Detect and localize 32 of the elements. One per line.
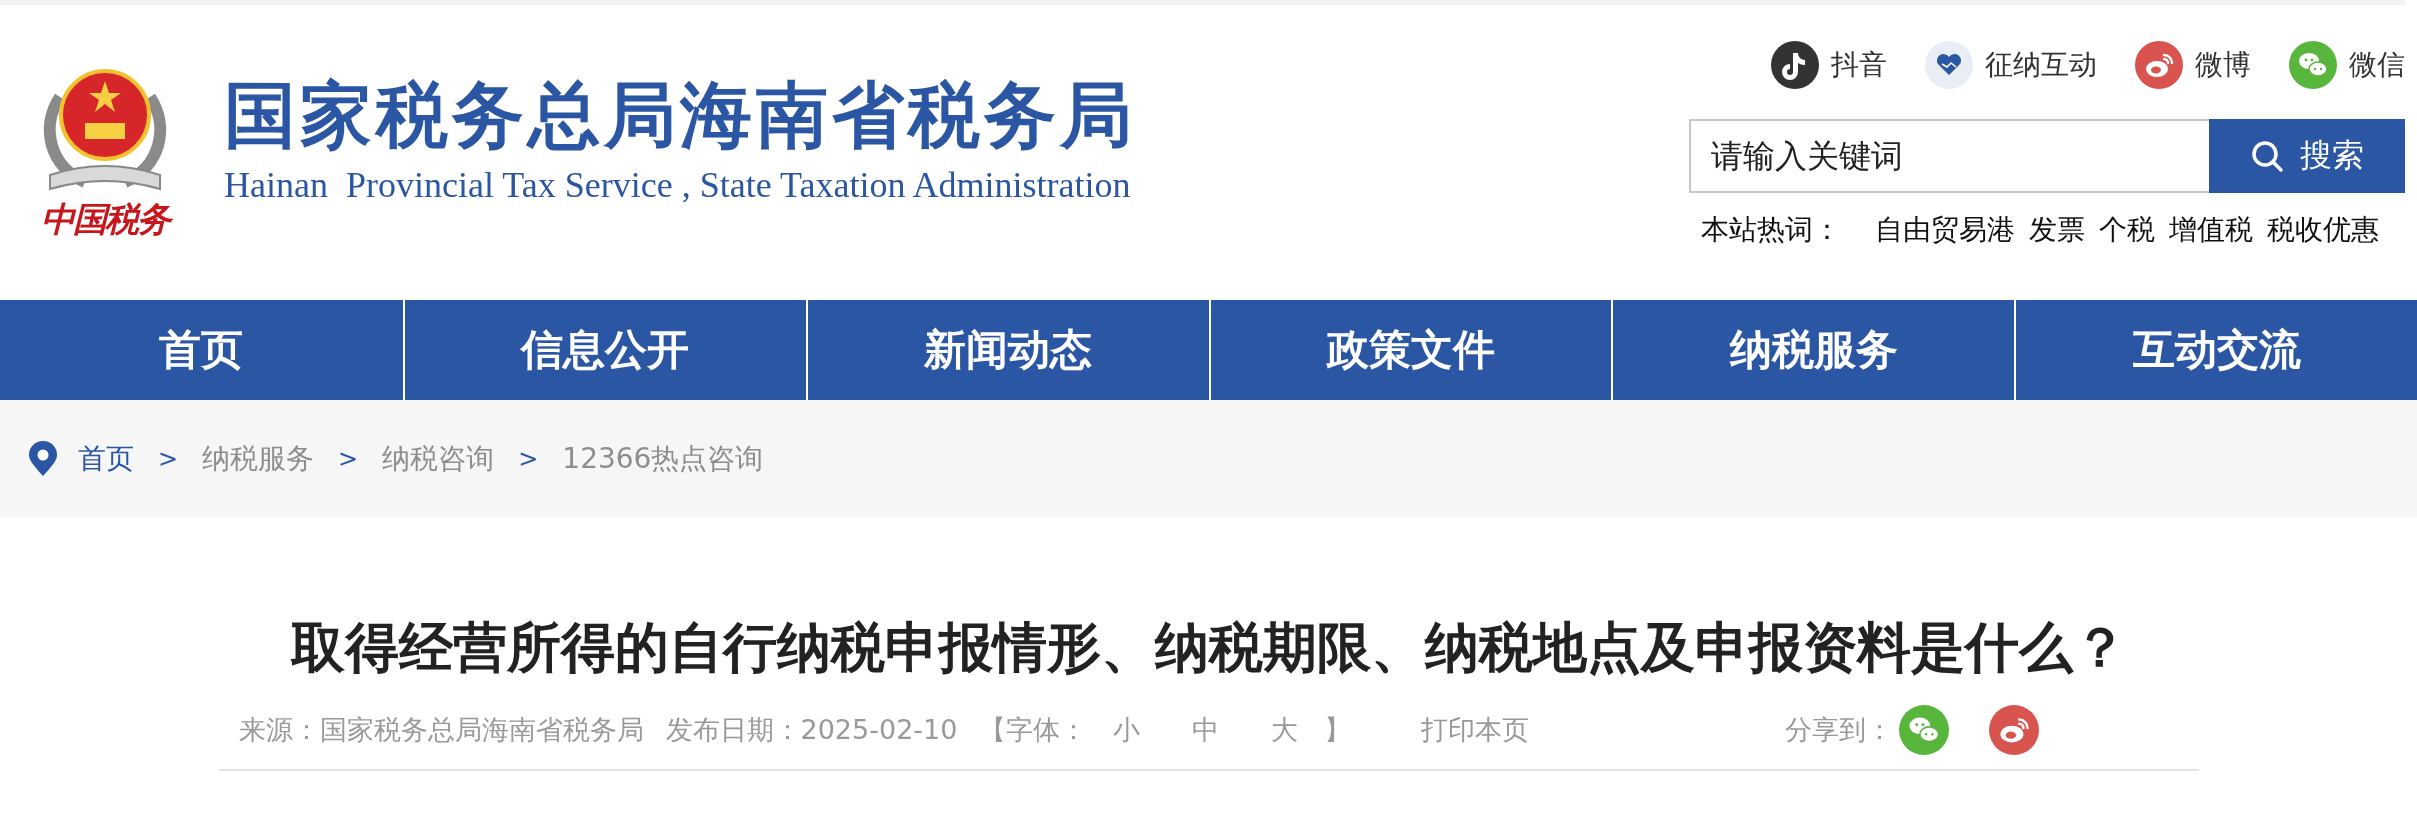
note-icon[interactable]: [1771, 41, 1819, 89]
share-label: 分享到：: [1784, 713, 1893, 748]
search-icon: [2250, 139, 2284, 173]
bracket-close: 】: [1324, 713, 1352, 748]
weibo-share-icon[interactable]: [1988, 705, 2039, 756]
social-link[interactable]: 抖音: [1771, 41, 1887, 89]
social-link[interactable]: 微信: [2289, 41, 2405, 89]
publish-date: 发布日期：2025-02-10: [665, 713, 958, 748]
breadcrumb-separator: >: [338, 444, 359, 473]
hot-word-link[interactable]: 自由贸易港: [1875, 211, 2015, 249]
article-source: 来源：国家税务总局海南省税务局: [238, 713, 644, 748]
hot-word-link[interactable]: 发票: [2029, 211, 2085, 249]
wechat-share-icon[interactable]: [1898, 705, 1949, 756]
site-subtitle: Hainan Provincial Tax Service , State Taxation Administration: [224, 164, 1132, 207]
breadcrumb-separator: >: [518, 444, 539, 473]
wechat-icon[interactable]: [2289, 41, 2337, 89]
hot-words-label: 本站热词：: [1701, 212, 1841, 248]
search-button[interactable]: 搜索: [2209, 119, 2405, 193]
hot-word-link[interactable]: 个税: [2099, 211, 2155, 249]
weibo-icon[interactable]: [2135, 41, 2183, 89]
site-title: 国家税务总局海南省税务局: [224, 73, 1136, 157]
article-title: 取得经营所得的自行纳税申报情形、纳税期限、纳税地点及申报资料是什么？: [289, 615, 2128, 681]
social-link[interactable]: 微博: [2135, 41, 2251, 89]
breadcrumb-separator: >: [158, 444, 179, 473]
nav-item[interactable]: 首页: [0, 300, 403, 400]
breadcrumb-link[interactable]: 首页: [78, 439, 134, 478]
hot-word-link[interactable]: 税收优惠: [2267, 211, 2379, 249]
social-link[interactable]: 征纳互动: [1925, 41, 2097, 89]
search-field[interactable]: 请输入关键词: [1689, 119, 2209, 193]
font-size-label: 【字体：: [979, 713, 1088, 748]
location-pin-icon: [28, 440, 58, 477]
hot-word-link[interactable]: 增值税: [2169, 211, 2253, 249]
